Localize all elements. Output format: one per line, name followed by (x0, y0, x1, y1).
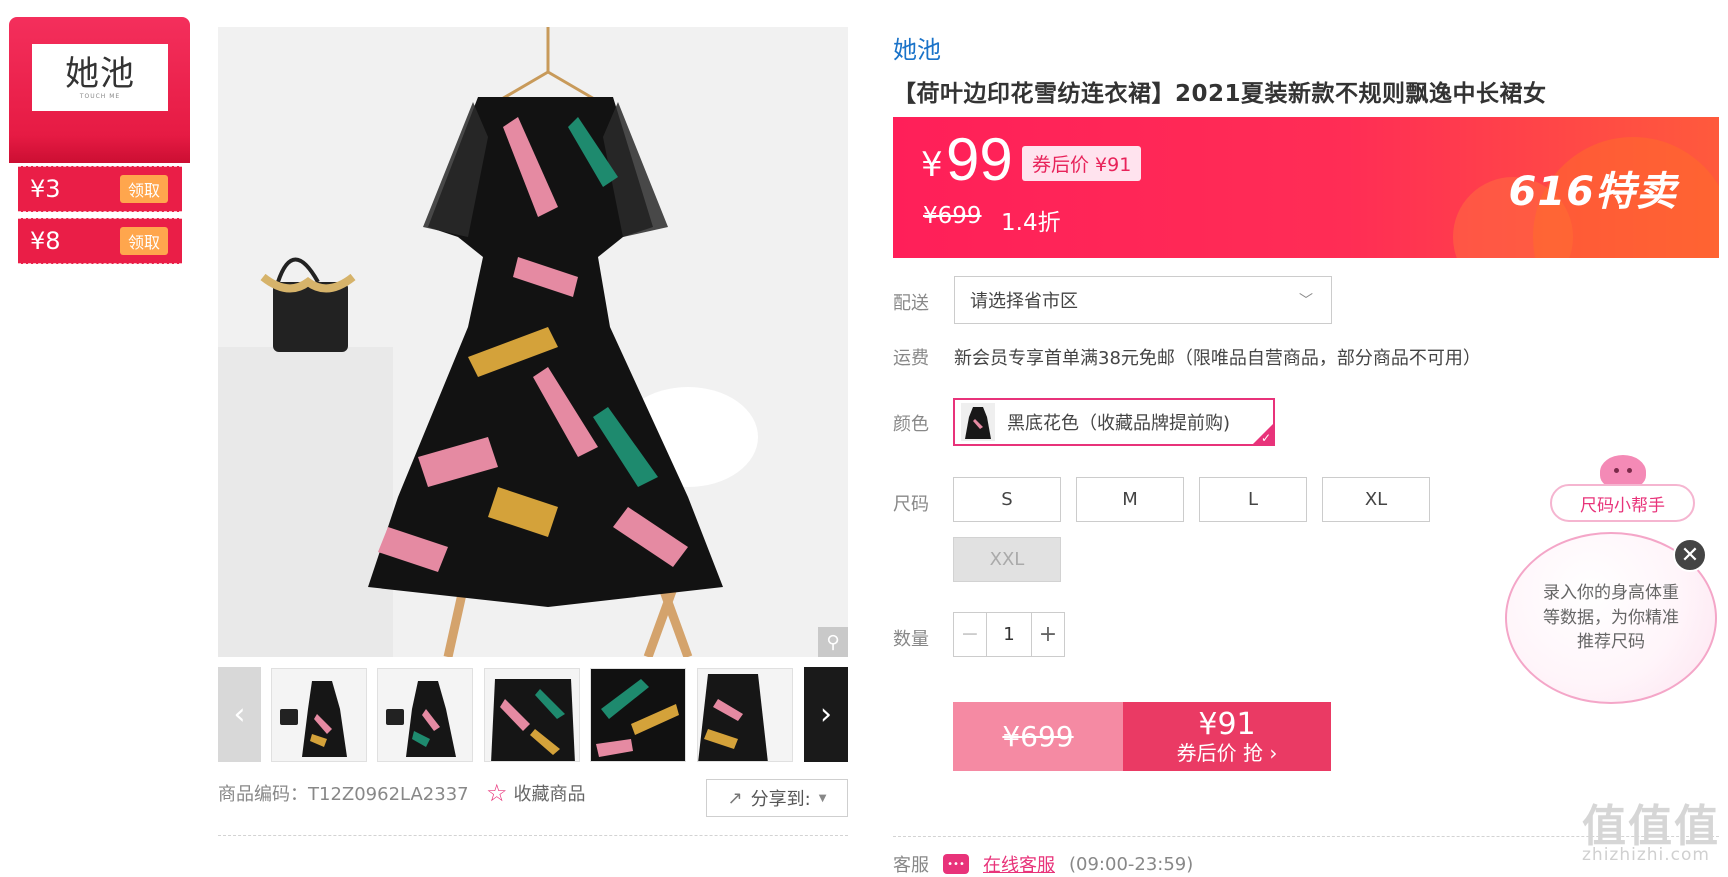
quantity-stepper[interactable]: − 1 + (953, 612, 1065, 657)
caret-down-icon: ▼ (818, 792, 827, 804)
thumb-image (698, 674, 768, 761)
watermark-domain: zhizhizhi.com (1582, 845, 1710, 865)
buy-now-button[interactable]: ¥91 券后价 抢 › (1123, 702, 1331, 771)
check-icon: ✓ (1260, 431, 1271, 445)
thumb-image (386, 681, 456, 757)
sku-code: 商品编码：T12Z0962LA2337 (218, 784, 469, 805)
price-currency: ¥ (921, 145, 943, 185)
thumb-image (280, 681, 347, 757)
brand-link[interactable]: 她池 (893, 30, 941, 65)
thumbnail-5[interactable] (697, 668, 793, 762)
brand-logo-text: 她池 (65, 54, 135, 94)
coupon-amount: ¥3 (30, 175, 61, 203)
buy-cta-label: 券后价 抢 › (1176, 741, 1278, 766)
size-option-xxl: XXL (953, 537, 1061, 582)
color-swatch (961, 403, 995, 441)
customer-service-row: 客服 ••• 在线客服 (09:00-23:59) (893, 851, 1193, 877)
close-icon[interactable]: ✕ (1673, 538, 1707, 572)
chevron-right-icon[interactable]: › (804, 667, 848, 762)
share-dropdown[interactable]: ↗ 分享到: ▼ (706, 779, 848, 817)
chevron-left-icon[interactable]: ‹ (218, 667, 261, 762)
share-label: 分享到: (750, 789, 811, 810)
price-banner: ¥ 99 券后价 ¥91 ¥699 1.4折 616特卖 (893, 117, 1719, 258)
divider (218, 835, 848, 836)
region-select-value: 请选择省市区 (970, 291, 1078, 312)
coupon-8[interactable]: ¥8 领取 (18, 218, 182, 264)
service-label: 客服 (893, 855, 929, 876)
favorite-label: 收藏商品 (513, 784, 586, 805)
original-price: ¥699 (923, 203, 982, 229)
thumbnail-1[interactable] (271, 668, 367, 762)
coupon-claim-button[interactable]: 领取 (119, 227, 168, 255)
online-service-link[interactable]: 在线客服 (983, 851, 1055, 877)
coupon-amount: ¥8 (30, 227, 61, 255)
thumbnail-4[interactable] (590, 668, 686, 762)
quantity-value[interactable]: 1 (987, 613, 1031, 656)
delivery-label: 配送 (893, 293, 929, 314)
shipping-text: 新会员专享首单满38元免邮（限唯品自营商品，部分商品不可用） (954, 348, 1481, 369)
magnifier-icon[interactable]: ⚲ (818, 627, 848, 657)
shipping-label: 运费 (893, 348, 929, 369)
event-label: 616特卖 (1508, 169, 1677, 215)
coupon-price-badge: 券后价 ¥91 (1022, 146, 1142, 181)
quantity-plus-button[interactable]: + (1031, 613, 1064, 656)
favorite-button[interactable]: ☆ 收藏商品 (486, 780, 586, 806)
chat-icon: ••• (943, 854, 969, 874)
current-price: 99 (946, 126, 1013, 193)
size-label: 尺码 (893, 494, 929, 515)
buy-original-price[interactable]: ¥699 (953, 702, 1123, 771)
size-option-l[interactable]: L (1199, 477, 1307, 522)
coupon-claim-button[interactable]: 领取 (119, 175, 168, 203)
coupon-3[interactable]: ¥3 领取 (18, 166, 182, 212)
chevron-down-icon: ﹀ (1299, 293, 1313, 309)
size-option-xl[interactable]: XL (1322, 477, 1430, 522)
size-option-m[interactable]: M (1076, 477, 1184, 522)
quantity-minus-button[interactable]: − (954, 613, 987, 656)
service-hours: (09:00-23:59) (1069, 853, 1194, 875)
size-helper-message: 录入你的身高体重等数据，为你精准推荐尺码 (1543, 583, 1679, 653)
color-option-selected[interactable]: 黑底花色（收藏品牌提前购) ✓ (953, 398, 1275, 446)
brand-logo-subtext: TOUCH ME (79, 93, 121, 100)
main-product-image[interactable]: ⚲ (218, 27, 848, 657)
thumbnail-3[interactable] (484, 668, 580, 762)
star-icon: ☆ (486, 779, 508, 807)
discount-rate: 1.4折 (1001, 210, 1061, 236)
size-option-s[interactable]: S (953, 477, 1061, 522)
quantity-label: 数量 (893, 629, 929, 650)
thumb-image (491, 679, 575, 761)
buy-price: ¥91 (1198, 706, 1256, 742)
product-title: 【荷叶边印花雪纺连衣裙】2021夏装新款不规则飘逸中长裙女 (893, 81, 1547, 107)
brand-logo[interactable]: 她池 TOUCH ME (32, 44, 168, 111)
color-label: 颜色 (893, 414, 929, 435)
brand-card[interactable]: 她池 TOUCH ME (9, 17, 190, 163)
color-option-label: 黑底花色（收藏品牌提前购) (1007, 413, 1231, 434)
thumb-image (591, 669, 685, 761)
share-icon: ↗ (727, 787, 743, 809)
dress-illustration (260, 27, 758, 657)
thumbnail-2[interactable] (377, 668, 473, 762)
region-select[interactable]: 请选择省市区 ﹀ (954, 276, 1332, 324)
size-helper-tag[interactable]: 尺码小帮手 (1550, 484, 1695, 522)
